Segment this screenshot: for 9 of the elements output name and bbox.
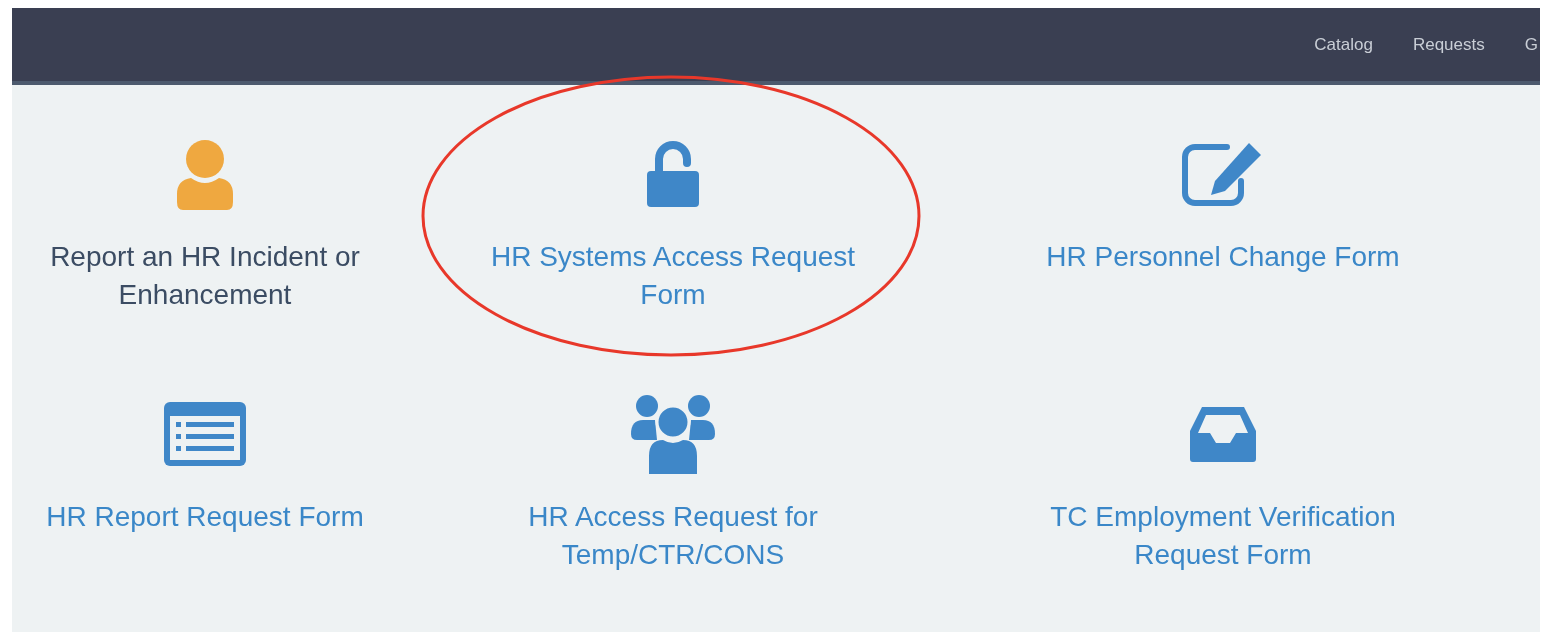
catalog-item-link[interactable]: HR Personnel Change Form <box>1046 238 1400 276</box>
nav-link[interactable]: G <box>1524 30 1538 59</box>
catalog-item-link[interactable]: HR Access Request for Temp/CTR/CONS <box>463 498 883 574</box>
nav-link[interactable]: Catalog <box>1314 30 1373 59</box>
catalog-item-link[interactable]: Report an HR Incident or Enhancement <box>12 238 398 314</box>
catalog-item-link[interactable]: HR Report Request Form <box>46 498 364 536</box>
catalog-item-link[interactable]: HR Systems Access Request Form <box>463 238 883 314</box>
catalog-item-link[interactable]: TC Employment Verification Request Form <box>1013 498 1433 574</box>
nav-link[interactable]: Requests <box>1412 30 1485 59</box>
